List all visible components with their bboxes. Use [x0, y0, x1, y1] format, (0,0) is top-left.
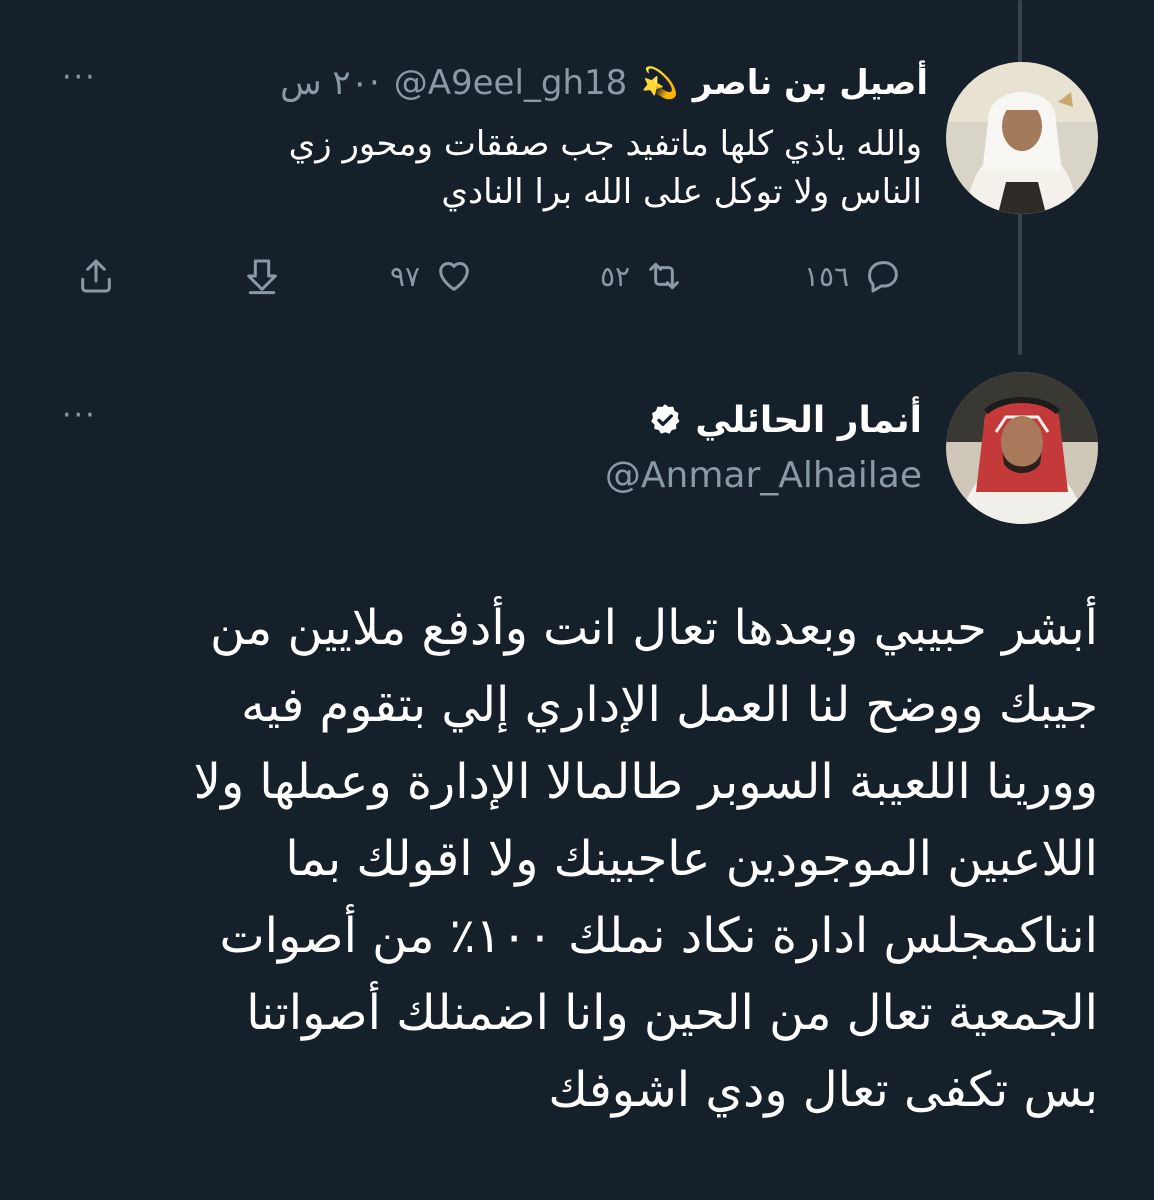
tweet-text-line: والله ياذي كلها ماتفيد جب صفقات ومحور زي — [288, 124, 922, 164]
verified-badge-icon — [647, 402, 683, 438]
like-button[interactable]: ٩٧ — [390, 256, 474, 296]
share-button[interactable] — [76, 256, 116, 296]
reply-count: ١٥٦ — [804, 259, 850, 293]
profile-photo-icon — [946, 372, 1098, 524]
main-tweet-text: أبشر حبيبي وبعدها تعال انت وأدفع ملايين … — [58, 590, 1098, 1129]
tweet-action-bar: ٩٧ ٥٢ ١٥٦ — [60, 248, 930, 304]
download-icon — [247, 259, 277, 295]
display-name[interactable]: أصيل بن ناصر — [693, 63, 928, 103]
avatar[interactable] — [946, 372, 1098, 524]
more-options-icon[interactable]: ··· — [62, 398, 97, 433]
reply-button[interactable]: ١٥٦ — [804, 256, 903, 296]
like-icon — [439, 262, 469, 291]
user-handle[interactable]: @Anmar_Alhailae — [605, 455, 922, 496]
tweet-timestamp[interactable]: ·٢٠ س — [280, 63, 380, 103]
retweet-icon — [649, 262, 679, 290]
reply-tweet-text: والله ياذي كلها ماتفيد جب صفقات ومحور زي… — [289, 120, 922, 216]
tweet-text-line: الجمعية تعال من الحين وانا اضمنلك أصواتن… — [246, 985, 1098, 1041]
tweet-text-line: اللاعبين الموجودين عاجبينك ولا اقولك بما — [285, 831, 1098, 887]
dizzy-star-emoji-icon: 💫 — [641, 65, 679, 101]
profile-photo-icon — [946, 62, 1098, 214]
retweet-count: ٥٢ — [600, 259, 631, 293]
tweet-text-line: بس تكفى تعال ودي اشوفك — [548, 1062, 1098, 1118]
tweet-text-line: أبشر حبيبي وبعدها تعال انت وأدفع ملايين … — [210, 600, 1098, 656]
main-tweet-header: أنمار الحائلي — [647, 392, 922, 448]
retweet-button[interactable]: ٥٢ — [600, 256, 684, 296]
download-button[interactable] — [242, 256, 282, 296]
reply-icon — [868, 261, 898, 293]
reply-tweet-header: أصيل بن ناصر 💫 @A9eel_gh18 ·٢٠ س — [280, 58, 928, 108]
timestamp-separator: · — [368, 63, 380, 103]
time-ago: ٢٠ س — [280, 63, 369, 103]
tweet-text-line: وورينا اللعيبة السوبر طالمالا الإدارة وع… — [193, 754, 1098, 810]
avatar[interactable] — [946, 62, 1098, 214]
share-icon — [81, 259, 111, 293]
like-count: ٩٧ — [390, 259, 421, 293]
more-options-icon[interactable]: ··· — [62, 60, 97, 95]
tweet-text-line: جيبك ووضح لنا العمل الإداري إلي بتقوم في… — [241, 677, 1098, 733]
user-handle[interactable]: @A9eel_gh18 — [394, 63, 628, 103]
display-name[interactable]: أنمار الحائلي — [695, 400, 922, 441]
tweet-text-line: الناس ولا توكل على الله برا النادي — [441, 172, 922, 212]
tweet-text-line: انناكمجلس ادارة نكاد نملك ١٠٠٪ من أصوات — [219, 908, 1098, 964]
